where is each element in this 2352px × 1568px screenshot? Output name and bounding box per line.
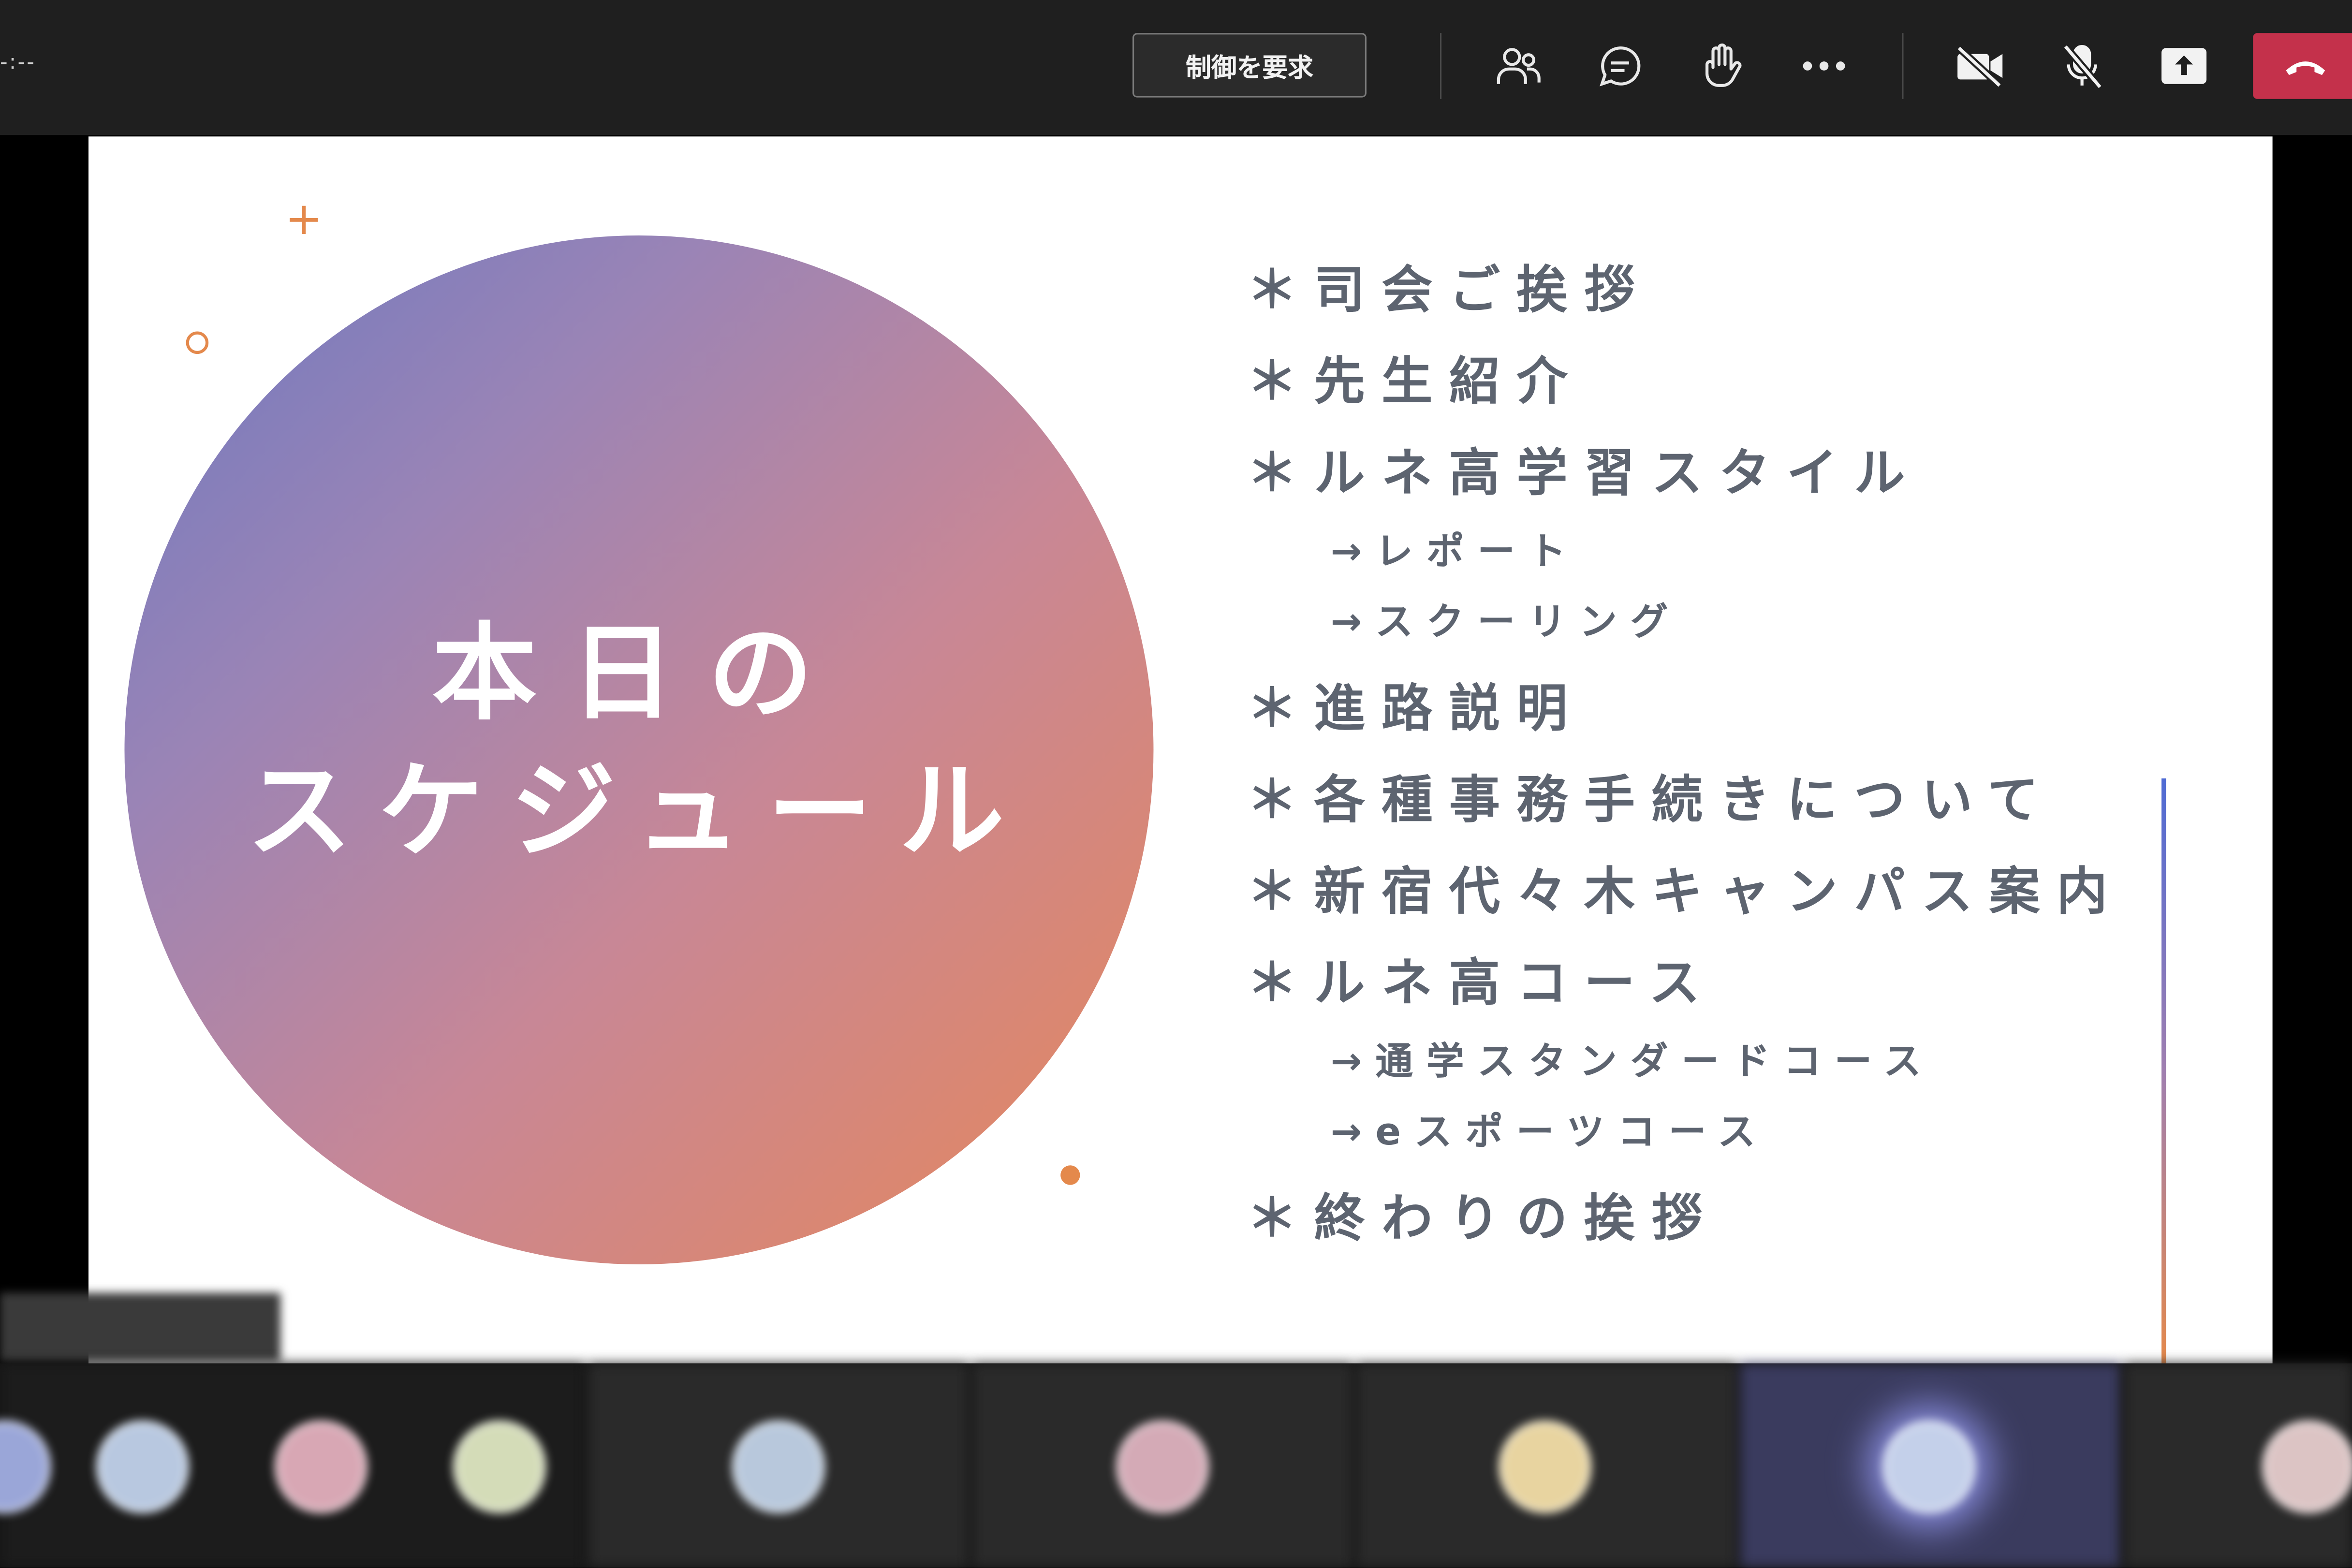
agenda-item: ＊終わりの挨拶 [1246, 1189, 1719, 1249]
dot-decoration [1060, 1165, 1080, 1185]
share-icon[interactable] [2154, 36, 2214, 96]
avatar [96, 1420, 189, 1513]
toolbar-divider [1440, 33, 1442, 99]
agenda-item: ＊各種事務手続きについて [1246, 771, 2055, 831]
agenda-item: ＊新宿代々木キャンパス案内 [1246, 862, 2124, 923]
meeting-timer: -:-- [0, 51, 36, 75]
agenda-subitem: →eスポーツコース [1330, 1110, 1769, 1154]
camera-off-icon[interactable] [1950, 36, 2010, 96]
mic-off-icon[interactable] [2052, 36, 2112, 96]
slide-title-line1: 本日の [432, 612, 846, 735]
avatar [274, 1420, 368, 1513]
meeting-toolbar: -:-- 制御を要求 [0, 0, 2352, 135]
agenda-item: ＊先生紹介 [1246, 352, 1584, 413]
participant-strip [0, 1363, 2352, 1568]
accent-vertical-line [2161, 778, 2166, 1363]
agenda-item: ＊ルネ高学習スタイル [1246, 444, 1922, 504]
hang-up-button[interactable] [2253, 33, 2352, 99]
shared-slide: + 本日の スケジュール ＊司会ご挨拶 ＊先生紹介 ＊ルネ高学習スタイル →レポ… [88, 136, 2273, 1363]
agenda-subitem: →レポート [1330, 529, 1580, 573]
agenda-subitem: →通学スタンダードコース [1330, 1039, 1935, 1083]
presenter-name-tag [0, 1292, 281, 1362]
more-icon[interactable] [1794, 36, 1854, 96]
agenda-item: ＊ルネ高コース [1246, 953, 1717, 1014]
toolbar-divider [1902, 33, 1904, 99]
raise-hand-icon[interactable] [1692, 36, 1752, 96]
agenda-subitem: →スクーリング [1330, 600, 1682, 644]
avatar [1498, 1420, 1592, 1513]
avatar [453, 1420, 546, 1513]
request-control-button[interactable]: 制御を要求 [1132, 33, 1367, 98]
agenda-item: ＊司会ご挨拶 [1246, 261, 1652, 321]
meeting-window: -:-- 制御を要求 + 本日の スケジュール ＊司会ご挨拶 ＊先生紹介 ＊ルネ… [0, 0, 2352, 1568]
chat-icon[interactable] [1590, 36, 1650, 96]
participants-icon[interactable] [1488, 36, 1548, 96]
avatar [1882, 1420, 1976, 1513]
slide-title: 本日の スケジュール [124, 604, 1153, 880]
ring-decoration [186, 331, 209, 354]
hang-up-icon [2286, 61, 2325, 75]
avatar [732, 1420, 825, 1513]
avatar [2262, 1420, 2352, 1513]
agenda-item: ＊進路説明 [1246, 679, 1584, 740]
plus-decoration: + [285, 193, 323, 246]
avatar [1116, 1420, 1209, 1513]
slide-title-line2: スケジュール [247, 750, 1031, 873]
